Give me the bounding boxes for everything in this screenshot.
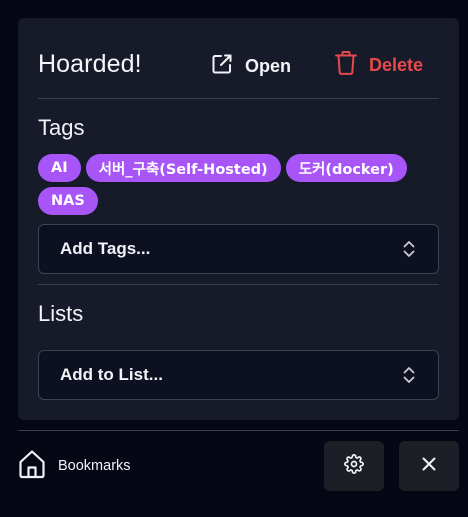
tag-chip[interactable]: NAS [38, 187, 98, 215]
panel-header: Hoarded! Open Delete [38, 48, 439, 84]
bookmarks-label: Bookmarks [58, 458, 131, 474]
tag-list: AI 서버_구축(Self-Hosted) 도커(docker) NAS [38, 154, 439, 215]
tag-chip[interactable]: AI [38, 154, 81, 182]
bookmark-panel: Hoarded! Open Delete Tags AI 서버_구축(Self-… [18, 18, 459, 420]
add-tags-label: Add Tags... [60, 239, 151, 258]
tags-divider [38, 284, 439, 285]
delete-button[interactable]: Delete [334, 50, 424, 81]
add-to-list-label: Add to List... [60, 365, 163, 384]
gear-icon [344, 453, 364, 479]
chevron-up-down-icon [402, 240, 416, 263]
tags-heading: Tags [38, 115, 85, 140]
close-icon [421, 456, 437, 477]
delete-label: Delete [369, 54, 424, 75]
lists-heading: Lists [38, 301, 84, 326]
home-icon [18, 449, 46, 484]
bookmarks-link[interactable]: Bookmarks [18, 449, 131, 484]
close-button[interactable] [399, 441, 459, 491]
settings-button[interactable] [324, 441, 384, 491]
chevron-up-down-icon [402, 366, 416, 389]
external-link-icon [210, 52, 234, 81]
tag-chip[interactable]: 서버_구축(Self-Hosted) [85, 154, 281, 182]
add-tags-select[interactable]: Add Tags... [38, 224, 439, 274]
tag-chip[interactable]: 도커(docker) [285, 154, 407, 182]
open-label: Open [245, 55, 292, 76]
bookmark-title: Hoarded! [38, 50, 142, 78]
add-to-list-select[interactable]: Add to List... [38, 350, 439, 400]
footer-divider [18, 430, 459, 431]
open-button[interactable]: Open [210, 52, 291, 80]
trash-icon [334, 50, 358, 81]
header-divider [38, 98, 439, 99]
